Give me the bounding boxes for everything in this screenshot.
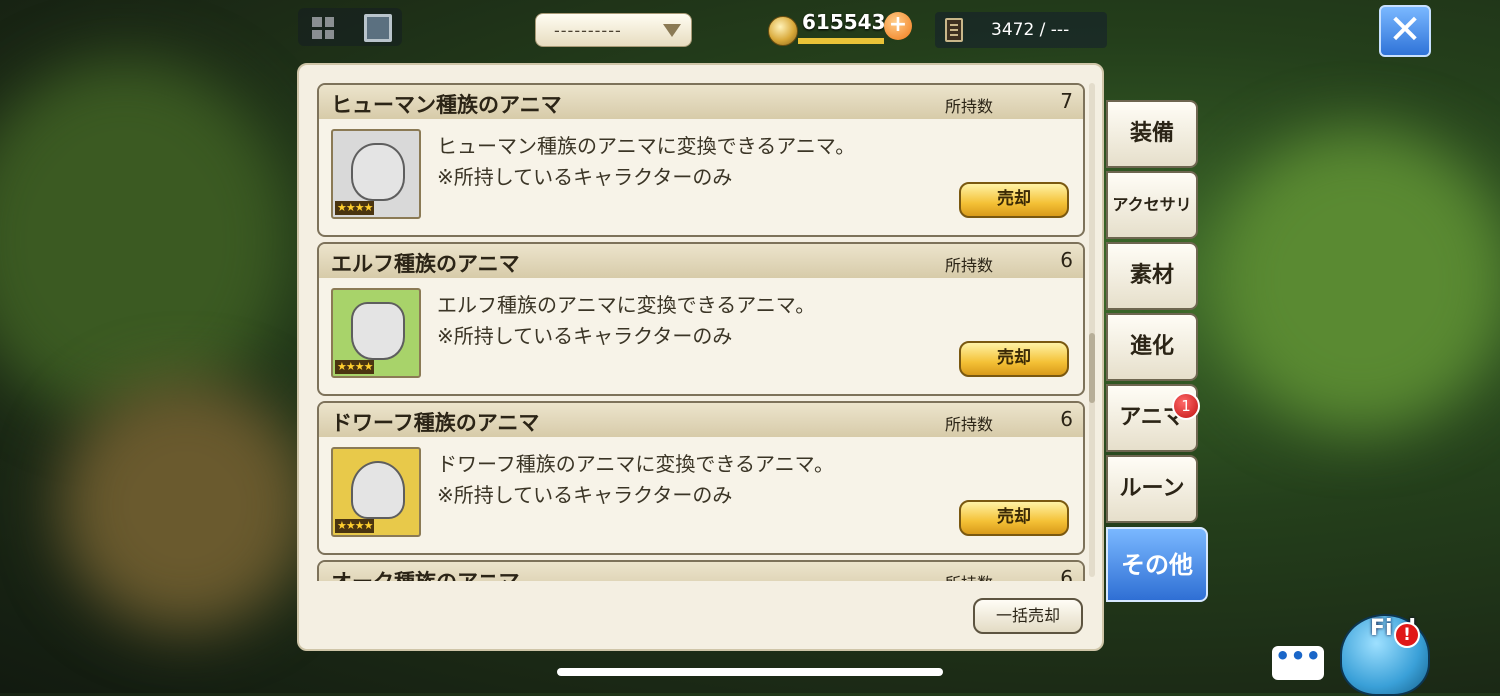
description-line-1: エルフ種族のアニマに変換できるアニマ。 [437,293,816,317]
view-toggle [298,8,402,46]
elf-anima-icon [351,302,405,360]
dwarf-anima-icon [351,461,405,519]
tab-accessory[interactable]: アクセサリ [1106,171,1198,239]
inventory-icon [945,18,963,42]
chat-button[interactable]: ••• [1272,644,1324,680]
list-item: ヒューマン種族のアニマ 所持数 7 ★★★★ ヒューマン種族のアニマに変換できる… [317,83,1085,237]
coin-amount: 615543 [802,10,886,34]
close-button[interactable]: ✕ [1379,5,1431,57]
item-description: ヒューマン種族のアニマに変換できるアニマ。 ※所持しているキャラクターのみ [437,131,855,193]
scroll-thumb[interactable] [1089,333,1095,403]
sell-button[interactable]: 売却 [959,500,1069,536]
tab-equipment[interactable]: 装備 [1106,100,1198,168]
item-list[interactable]: ヒューマン種族のアニマ 所持数 7 ★★★★ ヒューマン種族のアニマに変換できる… [317,81,1085,581]
owned-count: 6 [1060,566,1073,581]
filter-value: ---------- [554,21,622,40]
coin-icon [768,16,798,46]
home-indicator [557,668,943,676]
field-button[interactable]: Fi d ! [1334,606,1442,696]
item-name: ドワーフ種族のアニマ [331,411,540,435]
item-description: エルフ種族のアニマに変換できるアニマ。 ※所持しているキャラクターのみ [437,290,815,352]
sell-button[interactable]: 売却 [959,341,1069,377]
scrollbar[interactable] [1089,83,1095,577]
description-line-2: ※所持しているキャラクターのみ [437,165,733,189]
item-header: オーク種族のアニマ 所持数 6 [319,562,1083,581]
description-line-2: ※所持しているキャラクターのみ [437,483,733,507]
list-view-icon[interactable] [364,14,392,42]
inventory-count: 3472 / --- [991,20,1070,40]
item-name: オーク種族のアニマ [331,566,520,581]
item-list-panel: ヒューマン種族のアニマ 所持数 7 ★★★★ ヒューマン種族のアニマに変換できる… [297,63,1104,651]
chevron-down-icon [663,24,681,37]
list-item: ドワーフ種族のアニマ 所持数 6 ★★★★ ドワーフ種族のアニマに変換できるアニ… [317,401,1085,555]
bulk-sell-button[interactable]: 一括売却 [973,598,1083,634]
item-name: エルフ種族のアニマ [331,252,520,276]
tab-rune[interactable]: ルーン [1106,455,1198,523]
coin-counter: 615543 + [768,10,914,46]
rarity-stars: ★★★★ [335,360,375,374]
item-header: ヒューマン種族のアニマ 所持数 7 [319,85,1083,119]
background-foliage [0,60,290,420]
filter-dropdown[interactable]: ---------- [535,13,692,47]
description-line-1: ドワーフ種族のアニマに変換できるアニマ。 [437,452,834,476]
coin-bar [798,38,884,44]
item-description: ドワーフ種族のアニマに変換できるアニマ。 ※所持しているキャラクターのみ [437,449,834,511]
rarity-stars: ★★★★ [335,519,375,533]
owned-label: 所持数 [945,570,993,581]
background-ground [60,380,310,630]
item-thumbnail[interactable]: ★★★★ [331,129,421,219]
inventory-counter: 3472 / --- [935,12,1107,48]
sell-button[interactable]: 売却 [959,182,1069,218]
owned-count: 7 [1060,89,1073,113]
item-header: ドワーフ種族のアニマ 所持数 6 [319,403,1083,437]
owned-count: 6 [1060,248,1073,272]
description-line-1: ヒューマン種族のアニマに変換できるアニマ。 [437,134,856,158]
tab-material[interactable]: 素材 [1106,242,1198,310]
human-anima-icon [351,143,405,201]
background-foliage-right [1210,130,1500,430]
owned-count: 6 [1060,407,1073,431]
alert-icon: ! [1394,622,1420,648]
item-thumbnail[interactable]: ★★★★ [331,288,421,378]
description-line-2: ※所持しているキャラクターのみ [437,324,733,348]
item-header: エルフ種族のアニマ 所持数 6 [319,244,1083,278]
grid-view-icon[interactable] [312,17,334,39]
item-thumbnail[interactable]: ★★★★ [331,447,421,537]
owned-label: 所持数 [945,97,994,116]
list-item: エルフ種族のアニマ 所持数 6 ★★★★ エルフ種族のアニマに変換できるアニマ。… [317,242,1085,396]
rarity-stars: ★★★★ [335,201,375,215]
notification-badge: 1 [1172,392,1200,420]
owned-label: 所持数 [945,415,994,434]
owned-label: 所持数 [945,256,994,275]
tab-other[interactable]: その他 [1106,527,1208,602]
item-name: ヒューマン種族のアニマ [331,93,562,117]
tab-evolution[interactable]: 進化 [1106,313,1198,381]
add-coins-button[interactable]: + [884,12,912,40]
list-item: オーク種族のアニマ 所持数 6 [317,560,1085,581]
